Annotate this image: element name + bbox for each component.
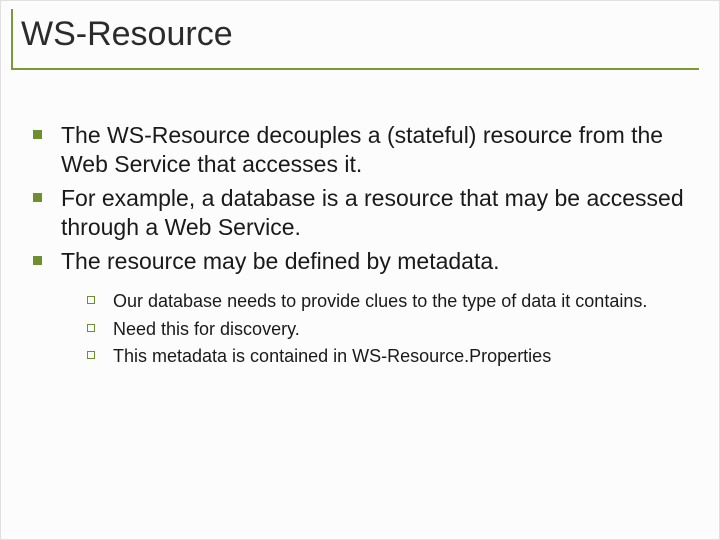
sub-list: Our database needs to provide clues to t… (85, 290, 691, 368)
slide-title: WS-Resource (21, 15, 699, 54)
list-item: The resource may be defined by metadata. (29, 247, 691, 276)
square-bullet-icon (29, 184, 53, 202)
list-item-text: For example, a database is a resource th… (53, 184, 691, 243)
list-item-text: The WS-Resource decouples a (stateful) r… (53, 121, 691, 180)
square-bullet-icon (29, 121, 53, 139)
list-item: The WS-Resource decouples a (stateful) r… (29, 121, 691, 180)
list-item: For example, a database is a resource th… (29, 184, 691, 243)
slide-body: The WS-Resource decouples a (stateful) r… (29, 121, 691, 372)
list-item-text: The resource may be defined by metadata. (53, 247, 500, 276)
sub-list-item-text: This metadata is contained in WS-Resourc… (107, 345, 551, 368)
sub-list-item: Our database needs to provide clues to t… (85, 290, 691, 313)
hollow-square-bullet-icon (85, 290, 107, 304)
square-bullet-icon (29, 247, 53, 265)
slide: WS-Resource The WS-Resource decouples a … (0, 0, 720, 540)
sub-list-item: Need this for discovery. (85, 318, 691, 341)
title-container: WS-Resource (11, 9, 699, 70)
hollow-square-bullet-icon (85, 318, 107, 332)
sub-list-item-text: Our database needs to provide clues to t… (107, 290, 647, 313)
hollow-square-bullet-icon (85, 345, 107, 359)
sub-list-item-text: Need this for discovery. (107, 318, 300, 341)
sub-list-item: This metadata is contained in WS-Resourc… (85, 345, 691, 368)
